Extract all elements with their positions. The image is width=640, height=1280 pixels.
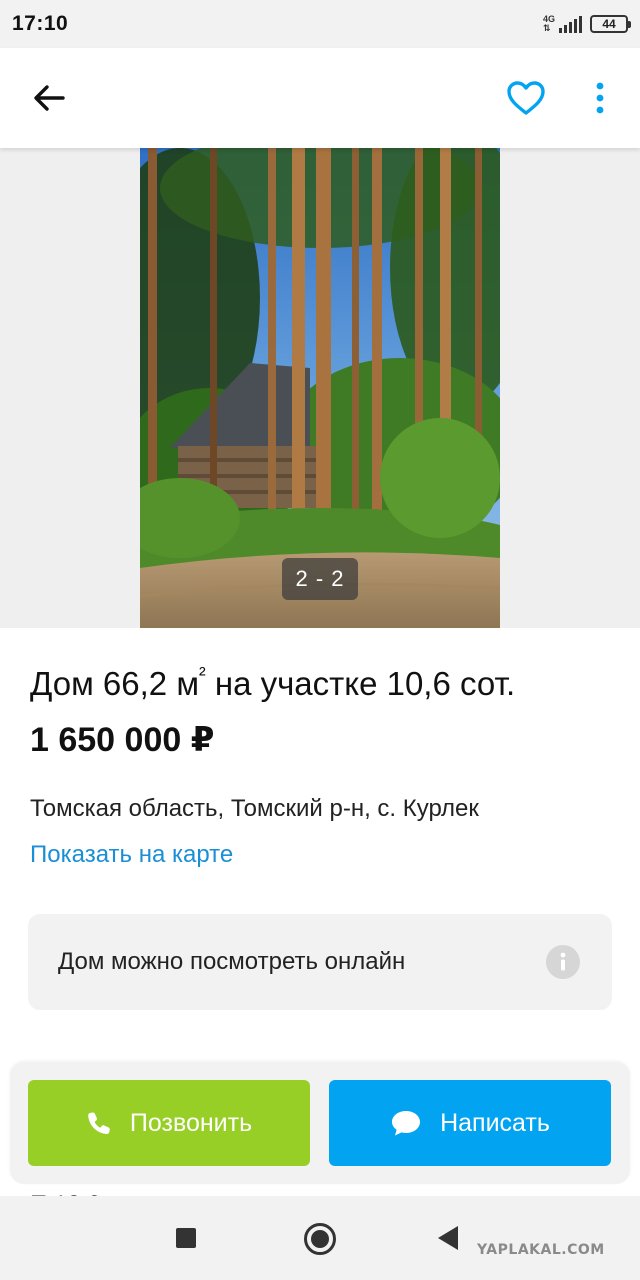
online-viewing-text: Дом можно посмотреть онлайн <box>58 948 406 975</box>
more-vertical-icon <box>596 82 604 114</box>
heart-outline-icon <box>507 81 545 115</box>
call-button-label: Позвонить <box>129 1108 253 1137</box>
arrow-left-icon <box>34 85 65 111</box>
photo-counter: 2 - 2 <box>282 558 358 600</box>
info-icon[interactable] <box>546 945 580 979</box>
battery-level: 44 <box>602 17 616 31</box>
status-time: 17:10 <box>12 12 69 35</box>
home-button[interactable] <box>304 1223 336 1255</box>
signal-icon <box>559 15 582 33</box>
write-button[interactable]: Написать <box>329 1080 611 1166</box>
write-button-label: Написать <box>440 1108 550 1137</box>
app-bar <box>0 48 640 148</box>
watermark: YAPLAKAL.COM <box>477 1242 605 1258</box>
listing-address: Томская область, Томский р-н, с. Курлек <box>30 795 479 822</box>
battery-icon: 44 <box>590 15 631 33</box>
phone-icon <box>88 1112 110 1134</box>
listing-title: Дом 66,2 м² на участке 10,6 сот. <box>30 662 630 706</box>
listing-price: 1 650 000 ₽ <box>30 721 215 759</box>
info-glyph <box>560 952 566 971</box>
listing-title-main: Дом 66,2 м <box>30 665 200 702</box>
status-icons: 4G ⇅ 44 <box>543 15 631 33</box>
system-back-button[interactable] <box>438 1226 458 1250</box>
recents-button[interactable] <box>176 1228 196 1248</box>
show-on-map-link[interactable]: Показать на карте <box>30 838 233 872</box>
back-button[interactable] <box>22 76 76 120</box>
listing-photo[interactable] <box>140 148 500 628</box>
forest-house-photo <box>140 148 500 628</box>
more-options-button[interactable] <box>580 74 620 122</box>
network-activity-icon: ⇅ <box>542 23 551 33</box>
chat-bubble-icon <box>392 1111 421 1136</box>
system-nav-bar: YAPLAKAL.COM <box>0 1196 640 1280</box>
status-bar: 17:10 4G ⇅ 44 <box>0 0 640 48</box>
listing-title-rest: на участке 10,6 сот. <box>205 665 516 702</box>
contact-action-panel: Позвонить Написать <box>10 1062 630 1184</box>
listing-title-sup: ² <box>199 664 206 686</box>
photo-gallery[interactable]: 2 - 2 <box>0 148 640 628</box>
call-button[interactable]: Позвонить <box>28 1080 310 1166</box>
network-type: 4G ⇅ <box>543 15 555 33</box>
online-viewing-card[interactable]: Дом можно посмотреть онлайн <box>28 914 612 1010</box>
favorite-button[interactable] <box>500 74 552 122</box>
